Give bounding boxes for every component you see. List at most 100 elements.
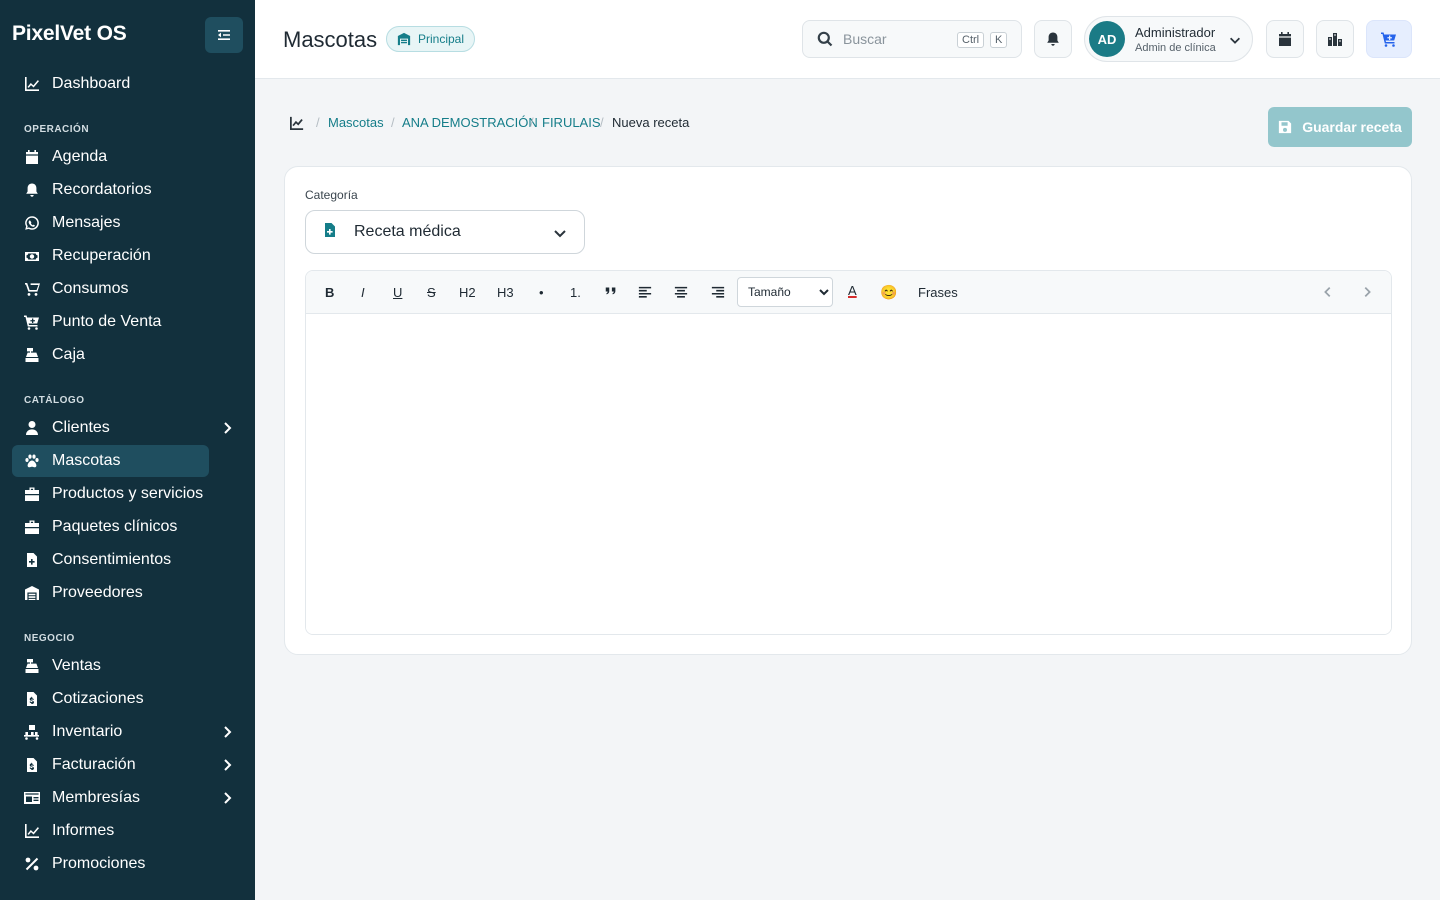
cash-register-icon (24, 658, 40, 674)
category-select[interactable]: Receta médica (305, 210, 585, 254)
sidebar-item-ventas[interactable]: Ventas (12, 650, 243, 682)
align-right-icon[interactable] (711, 285, 725, 299)
sidebar-item-agenda[interactable]: Agenda (12, 141, 243, 173)
user-menu[interactable]: AD Administrador Admin de clínica (1084, 16, 1253, 62)
breadcrumb-client[interactable]: ANA DEMOSTRACIÓN (402, 115, 538, 130)
text-color-button[interactable]: A (848, 283, 857, 298)
sidebar-item-consentimientos[interactable]: Consentimientos (12, 544, 243, 576)
chevron-right-icon (219, 757, 235, 773)
briefcase-icon (24, 486, 40, 502)
breadcrumb-separator: / (530, 115, 534, 130)
sidebar-item-recordatorios[interactable]: Recordatorios (12, 174, 243, 206)
calendar-button[interactable] (1266, 20, 1304, 58)
package-icon (24, 519, 40, 535)
italic-button[interactable]: I (361, 285, 365, 300)
sidebar-item-label: Inventario (52, 723, 123, 740)
phrases-button[interactable]: Frases (918, 285, 958, 300)
sidebar-item-caja[interactable]: Caja (12, 339, 243, 371)
consumos-button[interactable] (1316, 20, 1354, 58)
category-label: Categoría (305, 188, 358, 202)
sidebar-item-cotizaciones[interactable]: Cotizaciones (12, 683, 243, 715)
heading-3-button[interactable]: H3 (497, 285, 514, 300)
editor-content-area[interactable] (306, 314, 1391, 634)
dashboard-home-icon[interactable] (290, 116, 304, 130)
heading-2-button[interactable]: H2 (459, 285, 476, 300)
section-label-operacion: OPERACIÓN (24, 124, 90, 135)
branch-name: Principal (418, 32, 465, 46)
sidebar-item-membresias[interactable]: Membresías (12, 782, 243, 814)
chevron-right-icon (219, 790, 235, 806)
sidebar-item-label: Membresías (52, 789, 141, 806)
cash-register-icon (24, 347, 40, 363)
search-input[interactable] (843, 31, 953, 47)
align-center-icon[interactable] (674, 285, 688, 299)
breadcrumb-mascotas[interactable]: Mascotas (328, 115, 384, 130)
sidebar-item-proveedores[interactable]: Proveedores (12, 577, 243, 609)
money-icon (24, 248, 40, 264)
numbered-list-button[interactable]: 1. (570, 285, 581, 300)
save-icon (1279, 120, 1292, 134)
bell-icon (1047, 32, 1059, 46)
sidebar-item-paquetes-clinicos[interactable]: Paquetes clínicos (12, 511, 243, 543)
file-medical-icon (322, 222, 338, 243)
bold-button[interactable]: B (325, 285, 334, 300)
rich-text-editor: B I U S H2 H3 • 1. Tamaño A 😊 Frases (305, 270, 1392, 635)
sidebar-item-punto-de-venta[interactable]: Punto de Venta (12, 306, 243, 338)
sidebar-item-facturacion[interactable]: Facturación (12, 749, 243, 781)
font-size-select[interactable]: Tamaño (737, 277, 833, 307)
bell-icon (24, 182, 40, 198)
sidebar-collapse-icon (218, 30, 230, 40)
underline-button[interactable]: U (393, 285, 402, 300)
sidebar-item-label: Productos y servicios (52, 485, 204, 502)
calendar-icon (1279, 32, 1291, 46)
sidebar-item-label: Cotizaciones (52, 690, 144, 707)
sidebar-item-label: Recordatorios (52, 181, 152, 198)
sidebar-item-consumos[interactable]: Consumos (12, 273, 243, 305)
sidebar-item-label: Consumos (52, 280, 129, 297)
shortcut-k: K (990, 32, 1008, 48)
sidebar-item-label: Agenda (52, 148, 108, 165)
bullet-list-button[interactable]: • (539, 285, 544, 300)
sidebar-item-dashboard[interactable]: Dashboard (12, 68, 243, 100)
boxes-icon (24, 281, 40, 297)
sidebar-item-mascotas[interactable]: Mascotas (12, 445, 209, 477)
strikethrough-button[interactable]: S (427, 285, 436, 300)
emoji-button[interactable]: 😊 (880, 284, 897, 301)
sidebar-item-label: Clientes (52, 419, 110, 436)
search-box[interactable]: Ctrl K (802, 20, 1022, 58)
search-icon (817, 31, 833, 47)
save-prescription-button[interactable]: Guardar receta (1268, 107, 1412, 147)
sidebar-item-label: Ventas (52, 657, 101, 674)
sidebar-item-clientes[interactable]: Clientes (12, 412, 243, 444)
sidebar-item-informes[interactable]: Informes (12, 815, 243, 847)
prescription-card: Categoría Receta médica B I U S H2 H3 • … (284, 166, 1412, 655)
notifications-button[interactable] (1034, 20, 1072, 58)
sidebar-item-label: Caja (52, 346, 85, 363)
topbar: Mascotas Principal Ctrl K AD Administrad… (255, 0, 1440, 79)
breadcrumb-separator: / (316, 115, 320, 130)
chevron-right-icon (219, 420, 235, 436)
sidebar-item-promociones[interactable]: Promociones (12, 848, 243, 880)
save-label: Guardar receta (1302, 119, 1402, 135)
quote-icon[interactable] (604, 284, 618, 298)
chevron-right-icon[interactable] (1360, 285, 1374, 299)
category-value: Receta médica (354, 223, 461, 240)
sidebar-item-inventario[interactable]: Inventario (12, 716, 243, 748)
sidebar-item-label: Proveedores (52, 584, 143, 601)
breadcrumb-pet[interactable]: FIRULAIS (542, 115, 601, 130)
branch-badge[interactable]: Principal (386, 26, 476, 52)
whatsapp-icon (24, 215, 40, 231)
collapse-sidebar-button[interactable] (205, 17, 243, 53)
sidebar-item-recuperacion[interactable]: Recuperación (12, 240, 243, 272)
cart-icon (1381, 32, 1396, 47)
chevron-down-icon (552, 225, 568, 246)
pos-cart-button[interactable] (1366, 20, 1412, 58)
sidebar-item-label: Mensajes (52, 214, 121, 231)
chevron-left-icon[interactable] (1321, 285, 1335, 299)
file-medical-icon (24, 552, 40, 568)
sidebar-item-productos-y-servicios[interactable]: Productos y servicios (12, 478, 243, 510)
chart-line-icon (24, 823, 40, 839)
align-left-icon[interactable] (638, 285, 652, 299)
sidebar-item-label: Recuperación (52, 247, 151, 264)
sidebar-item-mensajes[interactable]: Mensajes (12, 207, 243, 239)
